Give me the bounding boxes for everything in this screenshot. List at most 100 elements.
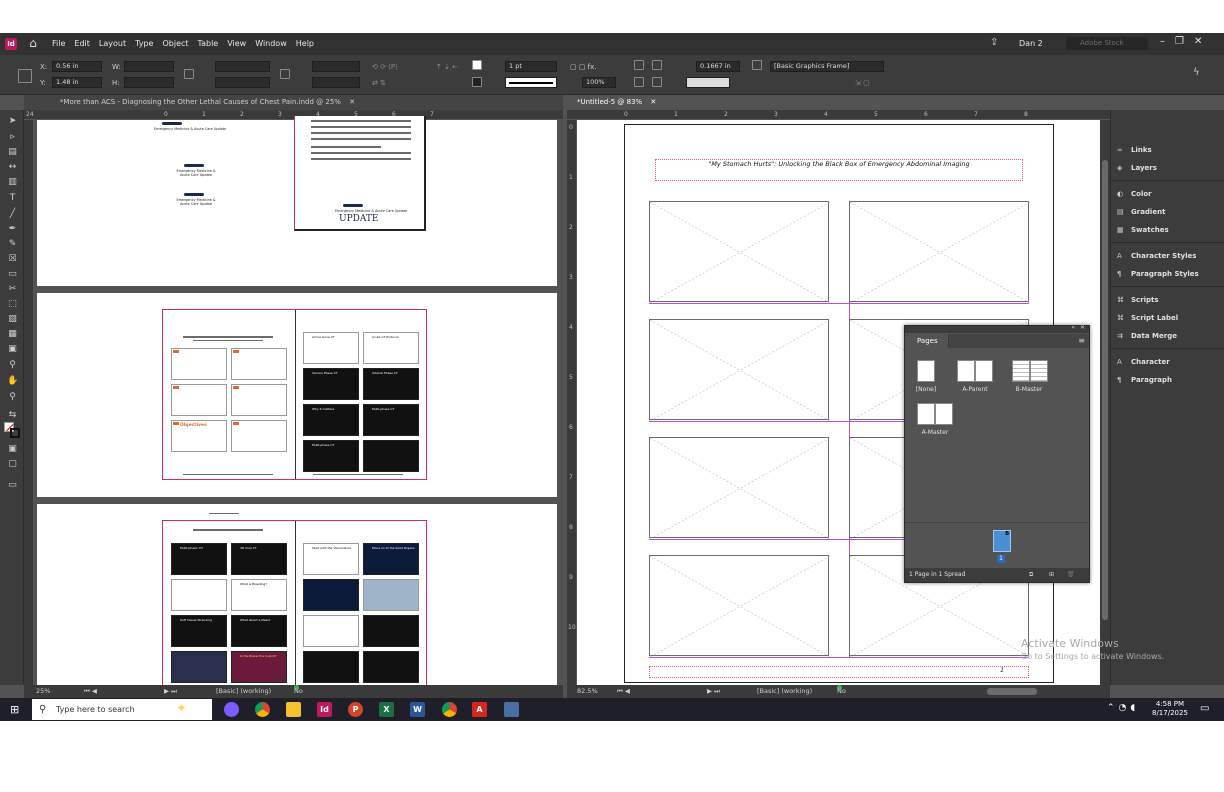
close-icon[interactable]: ✕ [1194, 36, 1202, 47]
home-icon[interactable]: ⌂ [26, 36, 40, 50]
share-icon[interactable]: ⇪ [990, 37, 1002, 49]
w-field[interactable] [124, 61, 174, 72]
link-scale-icon[interactable] [280, 69, 290, 79]
apply-color-icon[interactable]: ▢ [7, 459, 18, 470]
edit-page-size-icon[interactable]: ⧉ [1029, 568, 1033, 582]
chrome-profile-icon[interactable] [442, 702, 457, 717]
h-field[interactable] [124, 77, 174, 88]
page-tool-icon[interactable]: ▤ [7, 147, 18, 158]
panel-menu-icon[interactable]: ≡ [1078, 336, 1085, 345]
panel-layers[interactable]: ◈ Layers [1117, 162, 1157, 174]
scale-x-field[interactable] [215, 61, 270, 72]
menu-edit[interactable]: Edit [74, 39, 90, 48]
notifications-icon[interactable]: ▭ [1200, 703, 1209, 714]
spread-3[interactable]: Multi-phasic CT 3D Cine CT What is Bleed… [162, 520, 427, 685]
reference-point-icon[interactable] [18, 69, 32, 83]
type-tool-icon[interactable]: T [7, 193, 18, 204]
align-icon[interactable] [652, 60, 662, 70]
collapse-icon[interactable]: « [1071, 324, 1075, 331]
scissors-tool-icon[interactable]: ✂ [7, 284, 18, 295]
opacity-field[interactable]: 100% [582, 77, 616, 88]
rectangle-frame-tool-icon[interactable]: ☒ [7, 254, 18, 265]
menu-type[interactable]: Type [135, 39, 153, 48]
graphic-frame[interactable] [649, 319, 830, 421]
sparkle-icon[interactable]: ✦ [174, 701, 189, 716]
panel-paragraph[interactable]: ¶ Paragraph [1117, 374, 1172, 386]
graphic-frame[interactable] [849, 201, 1030, 303]
swatch-preview[interactable] [686, 77, 730, 88]
chevron-up-icon[interactable]: ⌃ [1107, 703, 1119, 713]
clock[interactable]: 4:58 PM 8/17/2025 [1152, 700, 1188, 718]
formatting-icon[interactable]: ▣ [7, 444, 18, 455]
file-explorer-icon[interactable] [286, 702, 301, 717]
panel-color[interactable]: ◐ Color [1117, 188, 1152, 200]
spread-1[interactable]: Emergency Medicine & Acute Care Update E… [154, 116, 426, 272]
copilot-icon[interactable] [224, 702, 239, 717]
shear-field[interactable] [312, 77, 360, 88]
effects-icon[interactable]: ▢ ▢ fx. [570, 63, 597, 71]
constrain-proportions-icon[interactable] [184, 69, 194, 79]
zoom-field[interactable]: 82.5% [577, 685, 598, 698]
pen-tool-icon[interactable]: ✒ [7, 224, 18, 235]
swap-colors-icon[interactable]: ⇆ [7, 410, 18, 421]
stroke-swatch-icon[interactable] [472, 77, 482, 87]
gap-tool-icon[interactable]: ↔ [7, 162, 18, 173]
hand-tool-icon[interactable]: ✋ [7, 376, 18, 387]
pages-panel-header[interactable]: « ✕ [905, 324, 1089, 333]
fitting-icon[interactable] [634, 77, 644, 87]
pencil-tool-icon[interactable]: ✎ [7, 239, 18, 250]
spread-2[interactable]: Objectives Arrive Gone CT Acute CT Proto… [162, 309, 427, 480]
gradient-tool-icon[interactable]: ▧ [7, 314, 18, 325]
page-nav-icon[interactable]: ▶ ⏭ [707, 685, 720, 698]
graphic-frame[interactable] [649, 437, 830, 539]
screen-mode-icon[interactable]: ▭ [7, 480, 18, 491]
flip-icon[interactable]: ⇄ ⇅ [372, 79, 386, 87]
menu-table[interactable]: Table [198, 39, 219, 48]
scrollbar-thumb[interactable] [1102, 160, 1108, 620]
note-tool-icon[interactable]: ▣ [7, 344, 18, 355]
tab-right-document[interactable]: *Untitled-5 @ 83% ✕ [567, 95, 1110, 110]
left-document-window[interactable]: 24 0 1 2 3 4 5 6 7 Emergency Medicine & … [24, 110, 563, 685]
master-thumb-b-master-right[interactable] [1030, 360, 1048, 382]
adobe-stock-search[interactable]: Adobe Stock [1066, 37, 1148, 50]
panel-paragraph-styles[interactable]: ¶ Paragraph Styles [1117, 268, 1199, 280]
graphic-frame[interactable] [649, 555, 830, 657]
line-tool-icon[interactable]: ╱ [7, 209, 18, 220]
volume-icon[interactable]: ◖ [1130, 703, 1139, 713]
object-style-icon[interactable] [752, 60, 762, 70]
menu-object[interactable]: Object [162, 39, 188, 48]
pages-panel[interactable]: « ✕ Pages ≡ [None] A-Parent B-Master A-M… [904, 324, 1090, 583]
object-style-dropdown[interactable]: [Basic Graphics Frame] [770, 61, 884, 72]
eyedropper-tool-icon[interactable]: ⚲ [7, 360, 18, 371]
zoom-field[interactable]: 25% [36, 685, 50, 698]
powerpoint-icon[interactable]: P [348, 702, 363, 717]
close-tab-icon[interactable]: ✕ [650, 98, 656, 106]
fill-none-icon[interactable] [472, 60, 482, 70]
rotation-field[interactable] [312, 61, 360, 72]
spacing-field[interactable]: 0.1667 in [696, 61, 740, 72]
page-nav-icon[interactable]: ⏮ ◀ [617, 685, 630, 698]
lightning-icon[interactable]: ϟ [1193, 67, 1200, 78]
menu-layout[interactable]: Layout [99, 39, 126, 48]
master-thumb-a-master-right[interactable] [935, 403, 953, 425]
scale-y-field[interactable] [215, 77, 270, 88]
close-tab-icon[interactable]: ✕ [349, 98, 355, 106]
panel-character-styles[interactable]: A Character Styles [1117, 250, 1196, 262]
stroke-swatch-tool-icon[interactable] [10, 428, 20, 438]
stroke-weight-field[interactable]: 1 pt [505, 61, 557, 72]
horizontal-scrollbar-thumb[interactable] [987, 688, 1037, 695]
system-tray[interactable]: ⌃◔◖ [1107, 703, 1139, 713]
title-text-frame[interactable]: "My Stomach Hurts": Unlocking the Black … [655, 159, 1023, 181]
preflight-profile[interactable]: [Basic] (working) [757, 685, 812, 698]
indesign-icon[interactable]: Id [317, 702, 332, 717]
menu-view[interactable]: View [227, 39, 246, 48]
menu-window[interactable]: Window [255, 39, 287, 48]
master-thumb-a-master-left[interactable] [917, 403, 935, 425]
panel-scripts[interactable]: ⌘ Scripts [1117, 294, 1159, 306]
vertical-scrollbar[interactable] [1100, 120, 1110, 685]
page-nav-icon[interactable]: ⏮ ◀ [84, 685, 97, 698]
user-menu[interactable]: Dan 2 [1019, 39, 1043, 48]
text-wrap-icon[interactable] [634, 60, 644, 70]
select-container-icon[interactable]: ⇡ ⇣ ⇠ [436, 63, 458, 71]
graphic-frame[interactable] [649, 201, 830, 303]
